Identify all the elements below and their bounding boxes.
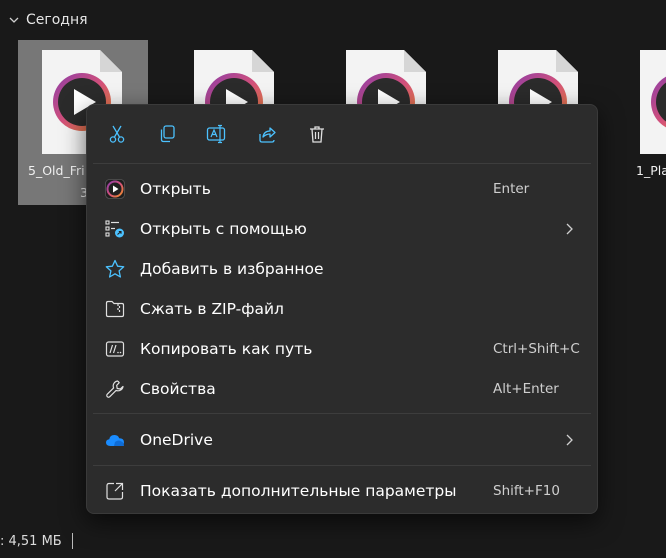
- menu-item-label: Открыть с помощью: [140, 220, 307, 238]
- rename-icon: [206, 124, 226, 144]
- zip-icon: [105, 300, 125, 318]
- group-label: Сегодня: [26, 12, 88, 28]
- menu-item-label: Показать дополнительные параметры: [140, 482, 457, 500]
- menu-item-add-to-favorites[interactable]: Добавить в избранное: [93, 250, 591, 288]
- copy-path-icon: [105, 341, 125, 357]
- menu-divider: [93, 413, 591, 414]
- menu-divider: [93, 163, 591, 164]
- file-name: 1_Pla: [636, 163, 666, 178]
- menu-item-label: Свойства: [140, 380, 216, 398]
- menu-item-shortcut: Shift+F10: [493, 483, 560, 499]
- star-icon: [105, 259, 125, 278]
- delete-button[interactable]: [304, 121, 330, 147]
- rename-button[interactable]: [204, 121, 230, 147]
- share-icon: [259, 127, 276, 143]
- file-name: 5_Old_Fri: [28, 163, 85, 178]
- copy-icon: [160, 125, 175, 143]
- media-file-icon: [640, 50, 666, 154]
- chevron-right-icon: [566, 434, 573, 446]
- menu-item-shortcut: Enter: [493, 181, 530, 197]
- menu-divider: [93, 465, 591, 466]
- cut-button[interactable]: [104, 121, 130, 147]
- context-menu-toolbar: [87, 105, 597, 163]
- chevron-right-icon: [566, 223, 573, 235]
- menu-item-onedrive[interactable]: OneDrive: [93, 421, 591, 459]
- context-menu: Открыть Enter Открыть с помощью Добавить…: [86, 104, 598, 514]
- copy-button[interactable]: [154, 121, 180, 147]
- menu-item-properties[interactable]: Свойства Alt+Enter: [93, 370, 591, 408]
- menu-item-shortcut: Ctrl+Shift+C: [493, 341, 580, 357]
- selection-size: : 4,51 МБ: [0, 533, 62, 549]
- onedrive-icon: [106, 435, 124, 446]
- group-header-today[interactable]: Сегодня: [8, 12, 88, 28]
- menu-item-open[interactable]: Открыть Enter: [93, 170, 591, 208]
- menu-item-show-more-options[interactable]: Показать дополнительные параметры Shift+…: [93, 472, 591, 510]
- menu-item-open-with[interactable]: Открыть с помощью: [93, 210, 591, 248]
- menu-item-compress-zip[interactable]: Сжать в ZIP-файл: [93, 290, 591, 328]
- menu-item-label: Сжать в ZIP-файл: [140, 300, 284, 318]
- menu-item-label: Копировать как путь: [140, 340, 313, 358]
- menu-item-label: OneDrive: [140, 431, 213, 449]
- menu-item-label: Открыть: [140, 180, 211, 198]
- more-options-icon: [106, 482, 124, 500]
- status-bar: : 4,51 МБ: [0, 533, 73, 549]
- delete-icon: [310, 126, 324, 143]
- file-item[interactable]: 1_Pla: [612, 40, 666, 205]
- open-with-icon: [105, 220, 124, 238]
- cut-icon: [109, 125, 125, 143]
- media-player-icon: [105, 179, 125, 199]
- wrench-icon: [106, 380, 124, 398]
- status-divider: [71, 533, 73, 549]
- menu-item-shortcut: Alt+Enter: [493, 381, 559, 397]
- chevron-down-icon: [9, 17, 19, 23]
- menu-item-copy-as-path[interactable]: Копировать как путь Ctrl+Shift+C: [93, 330, 591, 368]
- menu-item-label: Добавить в избранное: [140, 260, 324, 278]
- share-button[interactable]: [254, 121, 280, 147]
